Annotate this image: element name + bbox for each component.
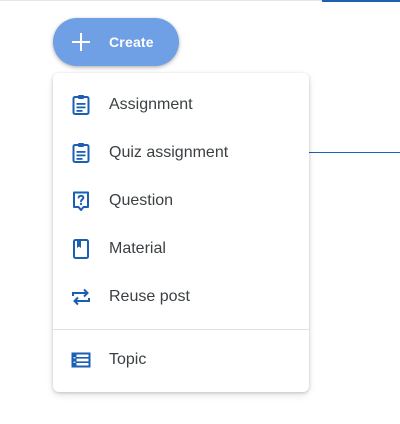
menu-item-question[interactable]: Question <box>53 177 309 225</box>
menu-item-topic[interactable]: Topic <box>53 336 309 384</box>
menu-item-label: Quiz assignment <box>109 144 229 161</box>
menu-item-assignment[interactable]: Assignment <box>53 81 309 129</box>
menu-item-material[interactable]: Material <box>53 225 309 273</box>
quiz-assignment-icon <box>69 141 93 165</box>
topic-icon <box>69 348 93 372</box>
menu-item-label: Material <box>109 240 166 257</box>
create-button-label: Create <box>109 34 154 50</box>
plus-icon <box>71 32 91 52</box>
menu-item-label: Assignment <box>109 96 193 113</box>
background-accent-line <box>309 152 400 153</box>
create-menu: Assignment Quiz assignment Question Mate… <box>53 73 309 392</box>
assignment-icon <box>69 93 93 117</box>
material-icon <box>69 237 93 261</box>
menu-item-quiz-assignment[interactable]: Quiz assignment <box>53 129 309 177</box>
menu-item-label: Question <box>109 192 174 209</box>
question-icon <box>69 189 93 213</box>
menu-item-label: Reuse post <box>109 288 190 305</box>
menu-divider <box>53 329 309 330</box>
menu-item-reuse-post[interactable]: Reuse post <box>53 273 309 321</box>
reuse-post-icon <box>69 285 93 309</box>
menu-item-label: Topic <box>109 351 147 368</box>
active-tab-indicator <box>322 0 400 2</box>
create-button[interactable]: Create <box>53 18 179 66</box>
